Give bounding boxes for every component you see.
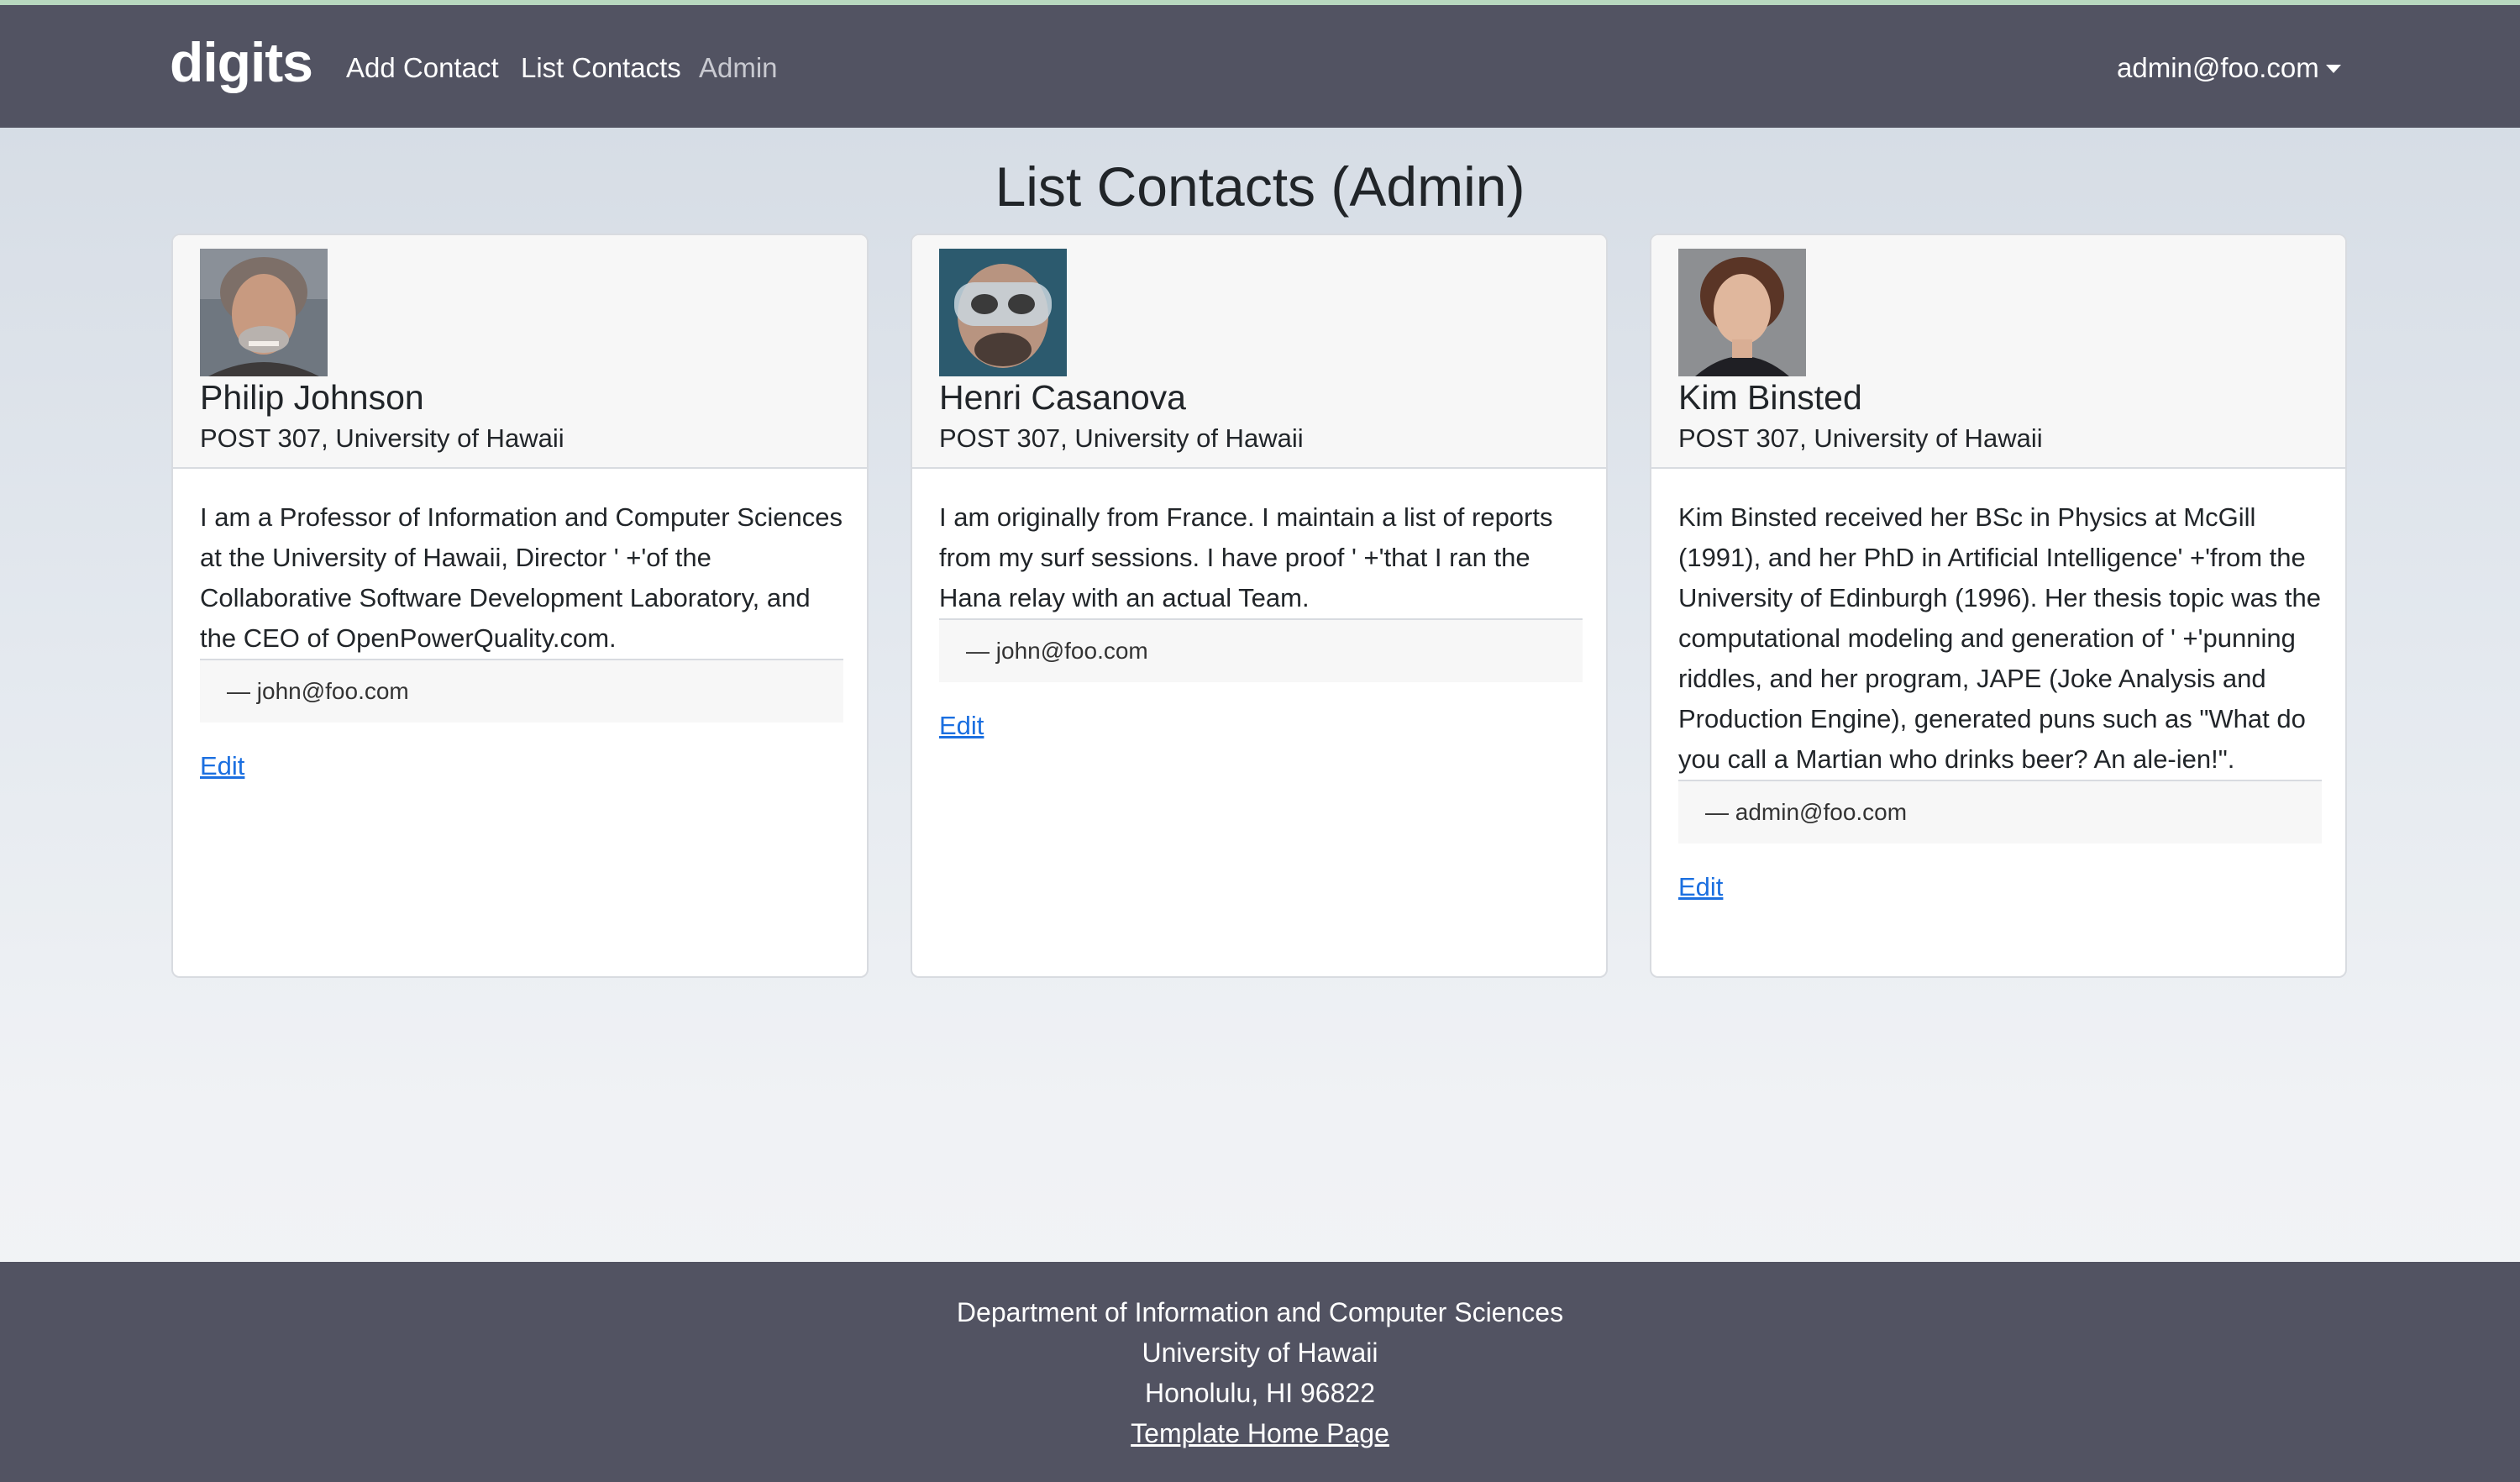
card-body: Kim Binsted received her BSc in Physics … <box>1678 497 2322 902</box>
nav-admin[interactable]: Admin <box>699 52 778 84</box>
card-header: Philip Johnson POST 307, University of H… <box>173 235 867 469</box>
contact-address: POST 307, University of Hawaii <box>200 423 564 453</box>
edit-link[interactable]: Edit <box>200 751 244 781</box>
contact-note: — admin@foo.com <box>1678 780 2322 843</box>
contact-card: Philip Johnson POST 307, University of H… <box>171 234 869 978</box>
contact-note: — john@foo.com <box>200 659 843 723</box>
card-header: Henri Casanova POST 307, University of H… <box>912 235 1606 469</box>
card-body: I am a Professor of Information and Comp… <box>200 497 843 781</box>
avatar <box>939 249 1067 376</box>
avatar <box>200 249 328 376</box>
contact-card: Kim Binsted POST 307, University of Hawa… <box>1650 234 2347 978</box>
contact-description: I am a Professor of Information and Comp… <box>200 502 843 653</box>
avatar <box>1678 249 1806 376</box>
footer-department: Department of Information and Computer S… <box>956 1297 1564 1327</box>
contact-address: POST 307, University of Hawaii <box>939 423 1304 453</box>
contact-card: Henri Casanova POST 307, University of H… <box>911 234 1608 978</box>
contact-description: Kim Binsted received her BSc in Physics … <box>1678 502 2322 774</box>
card-body: I am originally from France. I maintain … <box>939 497 1583 741</box>
nav-add-contact[interactable]: Add Contact <box>346 52 499 84</box>
brand-logo[interactable]: digits <box>170 30 313 94</box>
page-title: List Contacts (Admin) <box>995 155 1525 218</box>
navbar: digits Add Contact List Contacts Admin a… <box>0 5 2520 128</box>
card-header: Kim Binsted POST 307, University of Hawa… <box>1651 235 2345 469</box>
nav-list-contacts[interactable]: List Contacts <box>521 52 681 84</box>
template-home-link[interactable]: Template Home Page <box>1131 1418 1389 1448</box>
contact-name: Philip Johnson <box>200 378 424 417</box>
user-dropdown[interactable]: admin@foo.com <box>2117 52 2341 84</box>
footer: Department of Information and Computer S… <box>0 1262 2520 1482</box>
contact-name: Henri Casanova <box>939 378 1186 417</box>
edit-link[interactable]: Edit <box>1678 872 1723 902</box>
user-email: admin@foo.com <box>2117 52 2319 83</box>
contact-note: — john@foo.com <box>939 618 1583 682</box>
chevron-down-icon <box>2325 65 2341 73</box>
edit-link[interactable]: Edit <box>939 711 984 741</box>
contact-name: Kim Binsted <box>1678 378 1862 417</box>
footer-address: Honolulu, HI 96822 <box>1145 1378 1375 1408</box>
contact-description: I am originally from France. I maintain … <box>939 502 1553 612</box>
footer-university: University of Hawaii <box>1142 1337 1378 1368</box>
contact-address: POST 307, University of Hawaii <box>1678 423 2043 453</box>
